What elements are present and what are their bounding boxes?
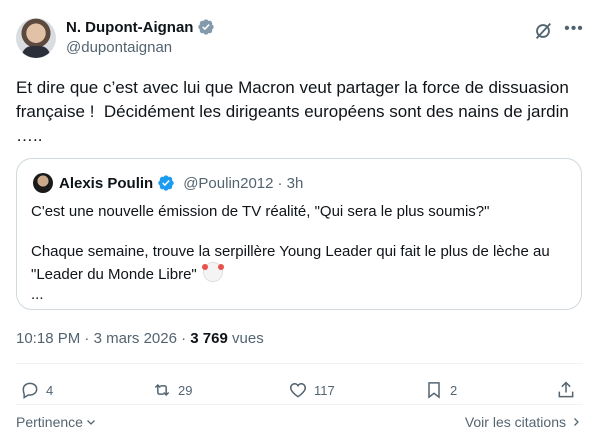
- sort-label: Pertinence: [16, 414, 83, 430]
- author-avatar[interactable]: [16, 18, 56, 58]
- chevron-right-icon: [574, 418, 579, 426]
- bookmark-button[interactable]: 2: [424, 380, 457, 400]
- action-bar: 4 29 117 2: [16, 380, 583, 404]
- tweet-text: Et dire que c’est avec lui que Macron ve…: [16, 78, 574, 145]
- author-handle[interactable]: @dupontaignan: [66, 39, 172, 56]
- reply-icon: [22, 382, 38, 399]
- quoted-text: C'est une nouvelle émission de TV réalit…: [31, 202, 571, 305]
- quoted-time[interactable]: · 3h: [278, 175, 304, 192]
- view-quotes-link[interactable]: Voir les citations: [465, 414, 582, 430]
- quoted-tweet[interactable]: Alexis Poulin @Poulin2012 · 3h C'est une…: [16, 158, 582, 310]
- share-icon: [558, 381, 574, 398]
- author-name[interactable]: N. Dupont-Aignan: [66, 18, 215, 36]
- verified-icon: [158, 175, 174, 191]
- sort-replies-button[interactable]: Pertinence: [16, 414, 97, 430]
- share-button[interactable]: [556, 380, 576, 400]
- divider: [16, 404, 583, 405]
- chevron-down-icon: [86, 420, 95, 425]
- reply-count: 4: [46, 382, 54, 398]
- quoted-line2: Chaque semaine, trouve la serpillère You…: [31, 243, 554, 283]
- bookmark-icon: [428, 382, 440, 399]
- meta-separator-2: ·: [181, 330, 187, 347]
- tweet-date[interactable]: 3 mars 2026: [94, 330, 177, 347]
- quoted-header: Alexis Poulin @Poulin2012 · 3h: [59, 174, 303, 192]
- clown-emoji-icon: [201, 262, 224, 282]
- more-icon[interactable]: •••: [562, 20, 586, 42]
- like-icon: [289, 382, 307, 398]
- quoted-avatar[interactable]: [33, 173, 53, 193]
- bookmark-count: 2: [450, 382, 458, 398]
- quoted-handle[interactable]: @Poulin2012: [183, 175, 273, 192]
- view-quotes-label: Voir les citations: [464, 414, 566, 430]
- view-label: vues: [232, 330, 264, 347]
- divider: [16, 363, 583, 364]
- grok-button[interactable]: [532, 20, 558, 42]
- reply-button[interactable]: 4: [20, 380, 53, 400]
- author-name-text[interactable]: N. Dupont-Aignan: [66, 19, 193, 36]
- tweet-meta: 10:18 PM · 3 mars 2026 · 3 769 vues: [16, 330, 264, 347]
- like-count: 117: [314, 382, 335, 398]
- quoted-more: ...: [31, 286, 44, 303]
- repost-count: 29: [178, 382, 193, 398]
- tweet-time[interactable]: 10:18 PM: [16, 330, 80, 347]
- verified-icon: [198, 19, 215, 35]
- quoted-line1: C'est une nouvelle émission de TV réalit…: [31, 203, 490, 220]
- repost-icon: [154, 383, 170, 397]
- grok-icon: [535, 23, 552, 39]
- meta-separator: ·: [84, 330, 90, 347]
- like-button[interactable]: 117: [288, 380, 335, 400]
- repost-button[interactable]: 29: [152, 380, 192, 400]
- view-count: 3 769: [190, 330, 228, 347]
- quoted-name[interactable]: Alexis Poulin: [59, 175, 153, 192]
